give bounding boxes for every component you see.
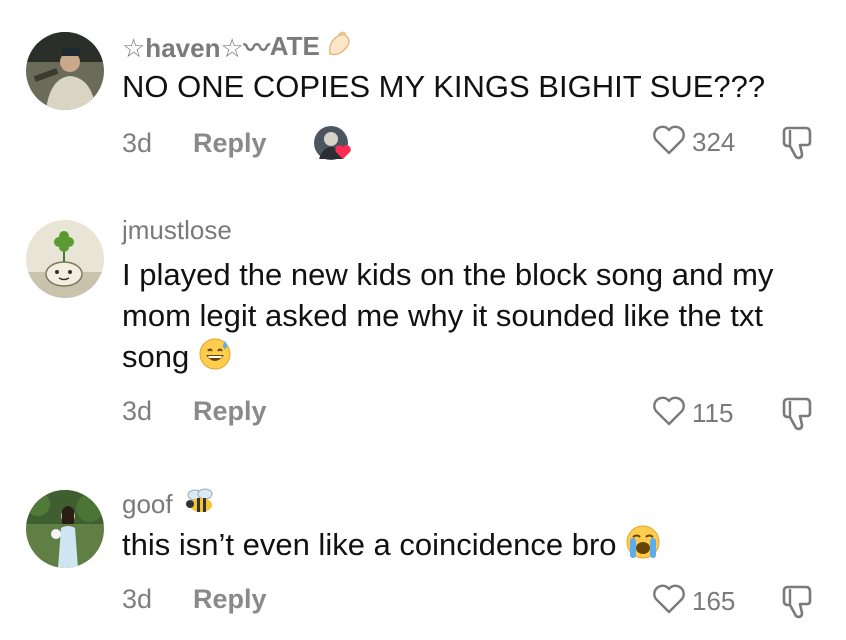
- avatar[interactable]: [26, 220, 104, 298]
- reply-button[interactable]: Reply: [193, 584, 267, 615]
- reply-button[interactable]: Reply: [193, 128, 267, 159]
- comment-text-content: this isn’t even like a coincidence bro: [122, 527, 617, 563]
- like-button[interactable]: 115: [652, 395, 733, 432]
- username[interactable]: ☆haven☆〰 ATE: [122, 28, 354, 65]
- username[interactable]: jmustlose: [122, 215, 232, 246]
- creator-liked-badge: [313, 125, 353, 161]
- username-text: jmustlose: [122, 215, 232, 245]
- like-count: 115: [692, 398, 734, 428]
- username-text: goof: [122, 489, 173, 519]
- comment-meta: 3d Reply: [122, 396, 267, 427]
- dislike-button[interactable]: [778, 583, 816, 626]
- comment-meta: 3d Reply: [122, 125, 353, 161]
- comment-text: this isn’t even like a coincidence bro: [122, 524, 812, 570]
- thumbs-down-icon: [782, 397, 812, 431]
- like-count: 165: [692, 586, 736, 616]
- bee-icon: [183, 486, 217, 523]
- hand-icon: [324, 28, 354, 65]
- comment-age: 3d: [122, 396, 153, 426]
- like-button[interactable]: 165: [652, 583, 735, 620]
- dislike-button[interactable]: [778, 124, 816, 167]
- username-text: ☆haven☆〰: [122, 33, 270, 63]
- like-button[interactable]: 324: [652, 124, 735, 161]
- heart-outline-icon: [652, 583, 686, 620]
- username[interactable]: goof: [122, 486, 217, 523]
- comment-text-content: NO ONE COPIES MY KINGS BIGHIT SUE???: [122, 69, 766, 104]
- comment-text: NO ONE COPIES MY KINGS BIGHIT SUE???: [122, 66, 812, 107]
- heart-outline-icon: [652, 395, 686, 432]
- reply-button[interactable]: Reply: [193, 396, 267, 427]
- dislike-button[interactable]: [778, 395, 816, 438]
- comment-age: 3d: [122, 127, 153, 158]
- comment-text: I played the new kids on the block song …: [122, 254, 812, 381]
- comment-meta: 3d Reply: [122, 584, 267, 615]
- thumbs-down-icon: [782, 585, 812, 619]
- loudly-crying-emoji: [625, 524, 661, 570]
- thumbs-down-icon: [782, 126, 812, 160]
- comment-age: 3d: [122, 584, 153, 614]
- grinning-sweat-emoji: [198, 337, 232, 381]
- username-suffix: ATE: [269, 31, 320, 61]
- like-count: 324: [692, 127, 736, 157]
- avatar[interactable]: [26, 490, 104, 568]
- avatar[interactable]: [26, 32, 104, 110]
- heart-outline-icon: [652, 124, 686, 161]
